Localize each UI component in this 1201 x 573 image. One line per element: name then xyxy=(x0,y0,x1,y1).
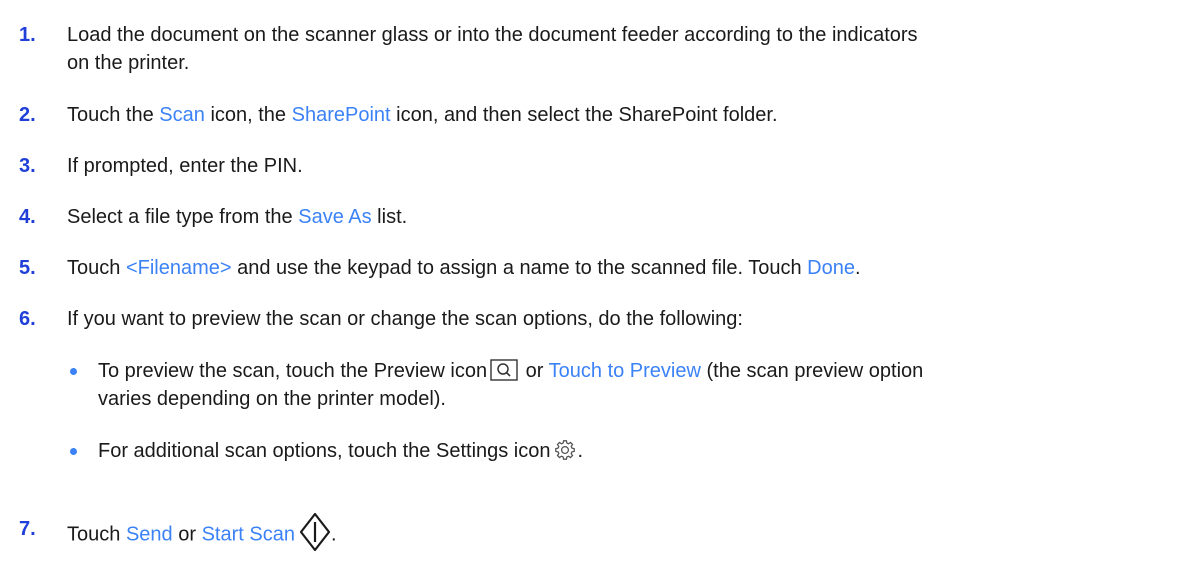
step-number: 5. xyxy=(19,257,36,279)
text-run: icon, the xyxy=(204,104,292,126)
step-text-line-2: on the printer. xyxy=(67,52,190,74)
step-number: 3. xyxy=(19,155,36,177)
text-run: To preview the scan, touch the Preview i… xyxy=(98,360,488,382)
step-number: 1. xyxy=(19,24,36,46)
text-run: Touch the xyxy=(67,104,160,126)
step-text: Load the document on the scanner glass o… xyxy=(67,21,1192,77)
step-number: 4. xyxy=(19,206,36,228)
step-number: 2. xyxy=(19,104,36,126)
save-as-link[interactable]: Save As xyxy=(298,206,371,228)
text-run: For additional scan options, touch the S… xyxy=(98,440,551,462)
text-run: (the scan preview option xyxy=(700,360,924,382)
touch-to-preview-link[interactable]: Touch to Preview xyxy=(549,360,701,382)
bullet-dot xyxy=(70,448,77,455)
step-text: Touch <Filename> and use the keypad to a… xyxy=(67,254,1192,282)
start-scan-link[interactable]: Start Scan xyxy=(202,523,295,545)
bullet-text: To preview the scan, touch the Preview i… xyxy=(98,357,1188,413)
text-run: Touch xyxy=(67,523,126,546)
text-run: varies depending on the printer model). xyxy=(98,388,446,410)
text-run: or xyxy=(172,523,202,546)
filename-link[interactable]: <Filename> xyxy=(126,257,232,279)
text-run: list. xyxy=(371,206,408,228)
text-run: Select a file type from the xyxy=(67,206,299,228)
scan-link[interactable]: Scan xyxy=(159,104,205,126)
step-text: Touch Send or Start Scan. xyxy=(67,512,1192,555)
step-number: 6. xyxy=(19,308,36,330)
bullet-dot xyxy=(70,368,77,375)
instruction-steps: 1. Load the document on the scanner glas… xyxy=(0,0,1201,573)
step-number: 7. xyxy=(19,518,36,540)
settings-gear-icon[interactable] xyxy=(554,439,576,461)
text-run: or xyxy=(520,360,549,382)
start-scan-icon[interactable] xyxy=(299,512,331,552)
step-text-line-1: Load the document on the scanner glass o… xyxy=(67,24,918,46)
sharepoint-link[interactable]: SharePoint xyxy=(292,104,391,126)
text-run: Touch xyxy=(67,257,126,279)
step-text: If prompted, enter the PIN. xyxy=(67,155,303,177)
step-text: Select a file type from the Save As list… xyxy=(67,203,1192,231)
done-link[interactable]: Done xyxy=(807,257,855,279)
step-text: If you want to preview the scan or chang… xyxy=(67,308,743,330)
text-run: . xyxy=(330,523,337,546)
step-text: Touch the Scan icon, the SharePoint icon… xyxy=(67,101,1192,129)
send-link[interactable]: Send xyxy=(126,523,173,545)
text-run: . xyxy=(577,440,584,462)
text-run: . xyxy=(854,257,861,279)
text-run: icon, and then select the SharePoint fol… xyxy=(390,104,778,126)
bullet-text: For additional scan options, touch the S… xyxy=(98,437,1188,465)
preview-icon[interactable] xyxy=(490,359,518,381)
text-run: and use the keypad to assign a name to t… xyxy=(231,257,808,279)
